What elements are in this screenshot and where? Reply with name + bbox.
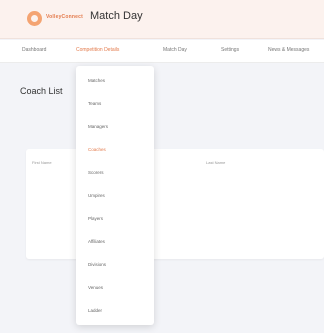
- nav-item-competition-details[interactable]: Competition Details: [76, 47, 119, 53]
- nav-item-match-day[interactable]: Match Day: [163, 47, 187, 53]
- dropdown-item-affiliates[interactable]: Affiliates: [88, 239, 105, 244]
- dropdown-item-teams[interactable]: Teams: [88, 101, 101, 106]
- dropdown-item-ladder[interactable]: Ladder: [88, 308, 102, 313]
- dropdown-item-divisions[interactable]: Divisions: [88, 262, 106, 267]
- column-header-first-name[interactable]: First Name: [32, 160, 52, 165]
- dropdown-item-umpires[interactable]: Umpires: [88, 193, 105, 198]
- brand-name: VolleyConnect: [46, 14, 83, 20]
- competition-details-dropdown: Matches Teams Managers Coaches Scorers U…: [76, 66, 154, 325]
- column-header-last-name[interactable]: Last Name: [206, 160, 225, 165]
- logo-icon[interactable]: [27, 11, 42, 26]
- nav-item-dashboard[interactable]: Dashboard: [22, 47, 46, 53]
- dropdown-item-players[interactable]: Players: [88, 216, 103, 221]
- nav-item-news-messages[interactable]: News & Messages: [268, 47, 309, 53]
- dropdown-item-managers[interactable]: Managers: [88, 124, 108, 129]
- dropdown-item-coaches[interactable]: Coaches: [88, 147, 106, 152]
- page-title: Coach List: [20, 86, 63, 96]
- dropdown-item-matches[interactable]: Matches: [88, 78, 105, 83]
- dropdown-item-venues[interactable]: Venues: [88, 285, 103, 290]
- main-nav: Dashboard Competition Details Match Day …: [0, 40, 324, 63]
- nav-item-settings[interactable]: Settings: [221, 47, 239, 53]
- top-bar: VolleyConnect Match Day: [0, 0, 324, 39]
- dropdown-item-scorers[interactable]: Scorers: [88, 170, 104, 175]
- coach-table: First Name Last Name: [26, 149, 324, 259]
- page-header-title: Match Day: [90, 10, 143, 22]
